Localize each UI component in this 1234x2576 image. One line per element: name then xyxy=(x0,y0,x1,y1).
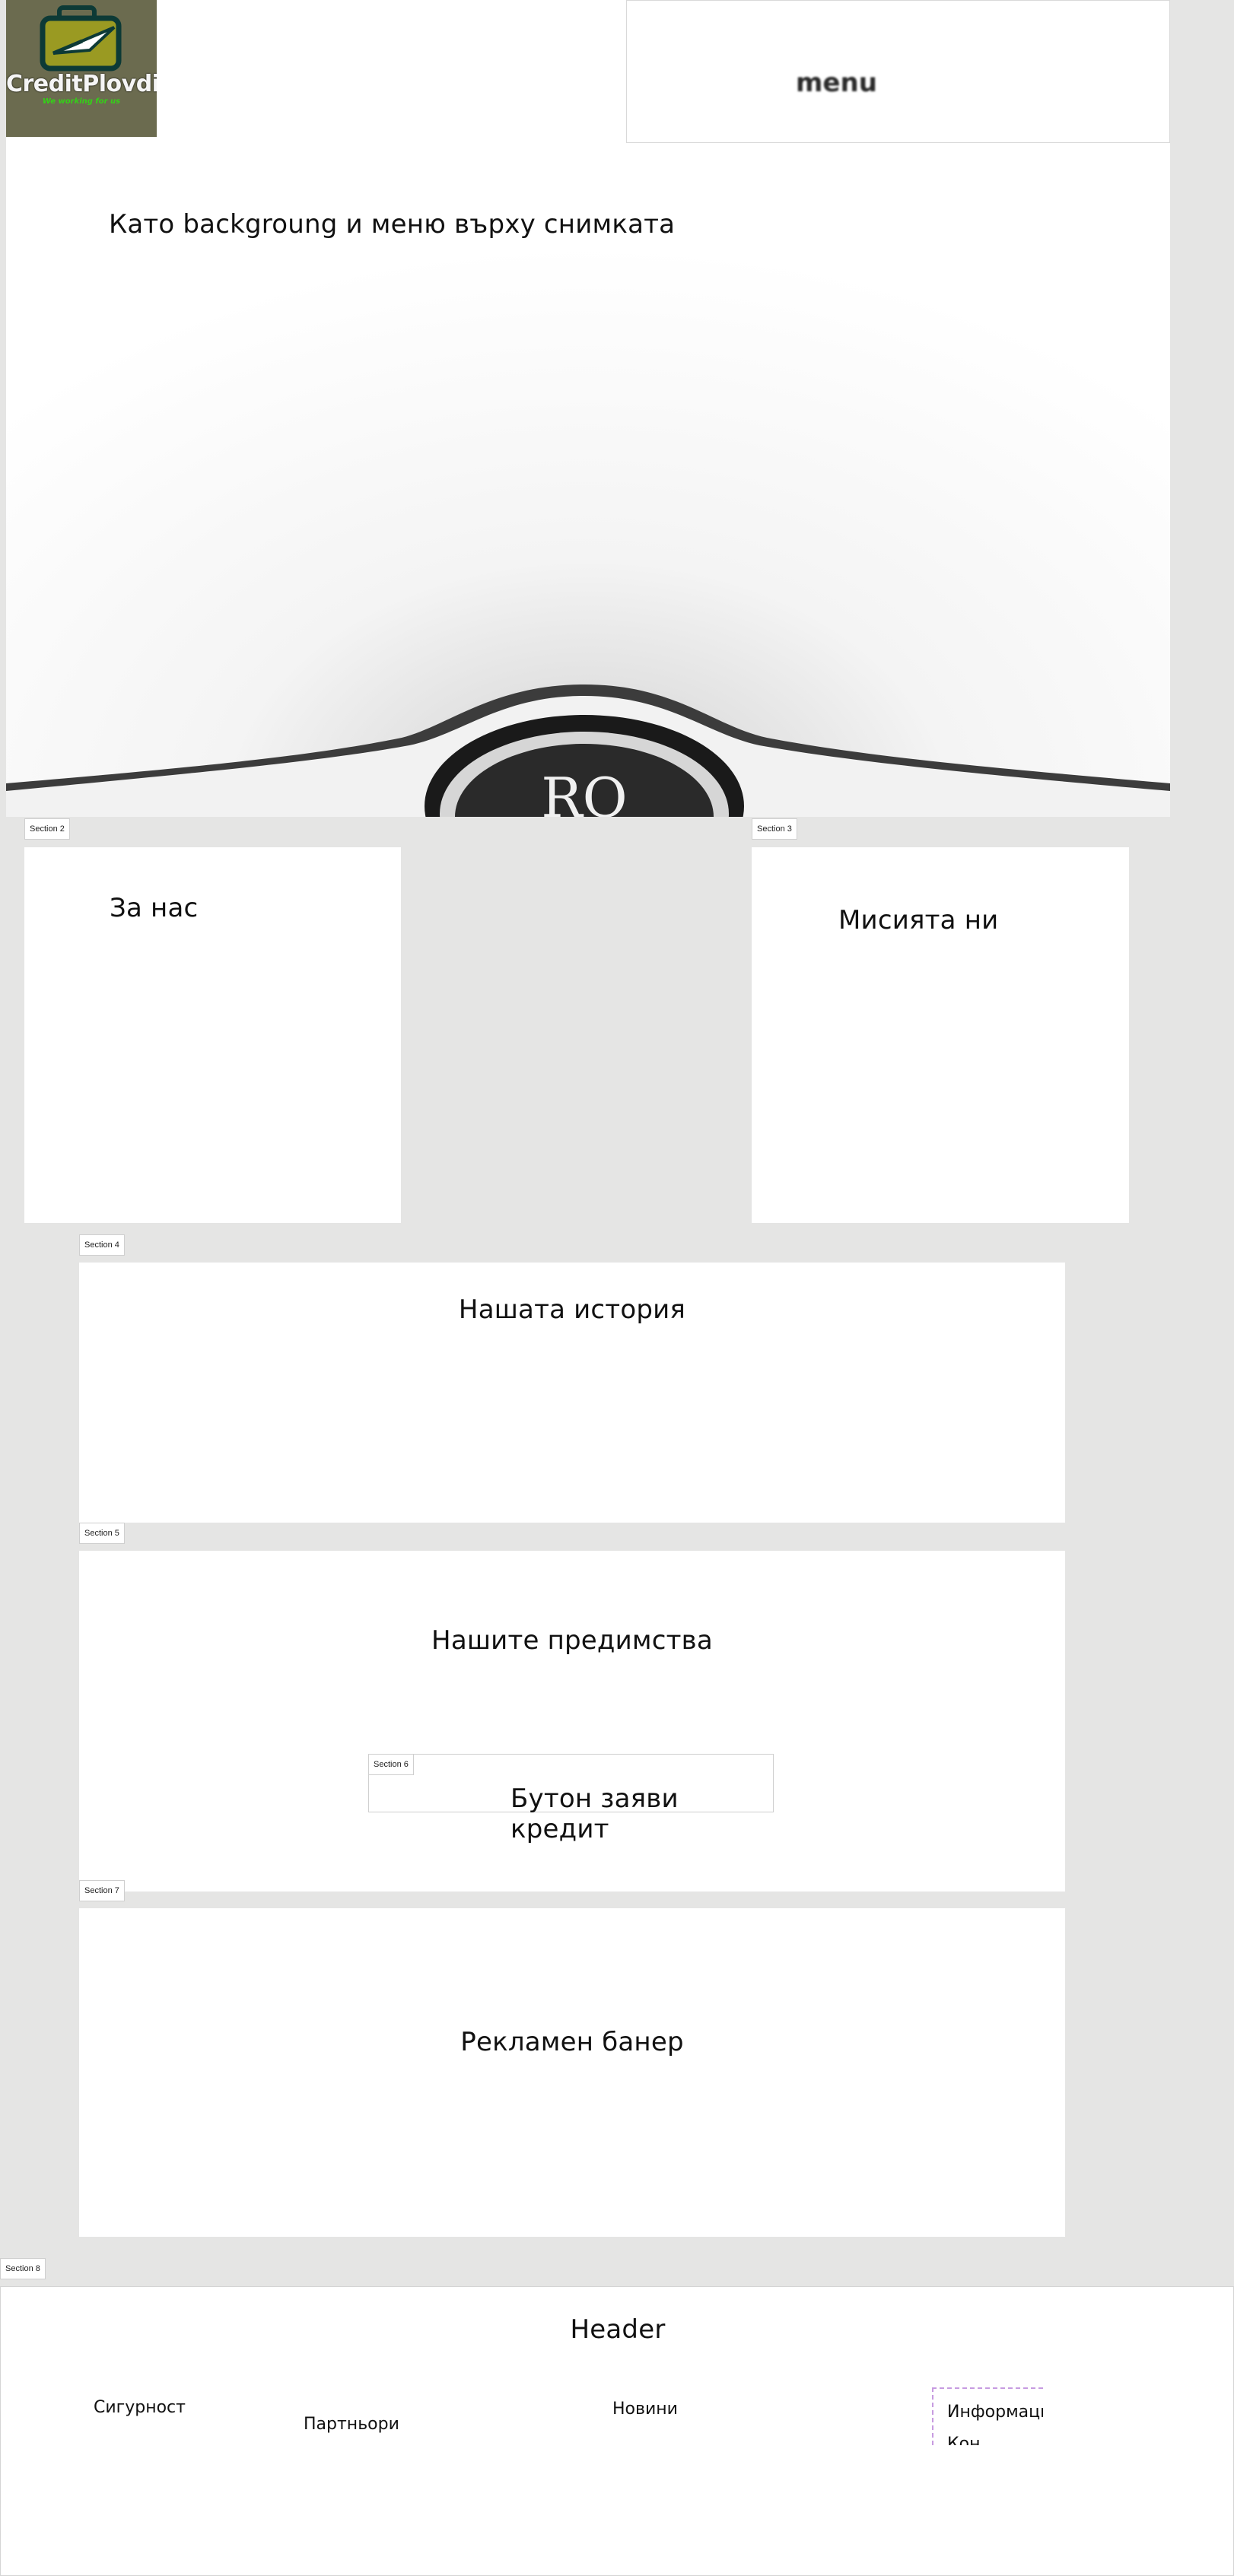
menu-button[interactable]: menu xyxy=(626,0,1170,143)
footer-link-info[interactable]: Информация xyxy=(947,2403,1043,2422)
footer-link-contacts[interactable]: Кон xyxy=(947,2435,980,2445)
section-3-tab: Section 3 xyxy=(752,818,797,840)
footer-link-security[interactable]: Сигурност xyxy=(94,2398,186,2417)
section-3-title: Мисията ни xyxy=(838,905,999,935)
section-6-tab: Section 6 xyxy=(368,1754,414,1775)
footer-info-block[interactable]: Информация Кон xyxy=(932,2387,1043,2445)
section-7-ad-banner: Рекламен банер xyxy=(79,1908,1065,2237)
section-8-tab: Section 8 xyxy=(0,2258,46,2279)
section-4-tab: Section 4 xyxy=(79,1234,125,1256)
section-2-tab: Section 2 xyxy=(24,818,70,840)
footer-header: Header xyxy=(570,2314,666,2345)
footer-link-news[interactable]: Новини xyxy=(612,2400,678,2419)
apply-credit-button[interactable]: Section 6 Бутон заяви кредит xyxy=(368,1754,774,1844)
section-4-title: Нашата история xyxy=(458,1294,686,1325)
logo[interactable]: CreditPlovdiv We working for us xyxy=(6,0,157,137)
menu-label: menu xyxy=(796,68,877,98)
hero-caption: Като backgroung и меню върху снимката xyxy=(109,209,676,240)
section-7-tab: Section 7 xyxy=(79,1880,125,1901)
footer-link-partners[interactable]: Партньори xyxy=(304,2415,399,2434)
section-4-history: Нашата история xyxy=(79,1263,1065,1523)
footer: Header Сигурност Партньори Новини Информ… xyxy=(0,2286,1234,2576)
section-3-mission: Мисията ни xyxy=(752,847,1129,1223)
section-5-tab: Section 5 xyxy=(79,1523,125,1544)
briefcase-icon xyxy=(40,5,122,71)
logo-tagline: We working for us xyxy=(42,97,121,106)
section-7-title: Рекламен банер xyxy=(460,2027,684,2057)
section-5-title: Нашите предимства xyxy=(431,1625,713,1656)
apply-credit-label: Бутон заяви кредит xyxy=(510,1784,679,1844)
section-2-title: За нас xyxy=(110,893,199,923)
emblem-text: RO xyxy=(541,766,627,817)
logo-title: CreditPlovdiv xyxy=(6,71,157,97)
section-2-about: За нас xyxy=(24,847,401,1223)
